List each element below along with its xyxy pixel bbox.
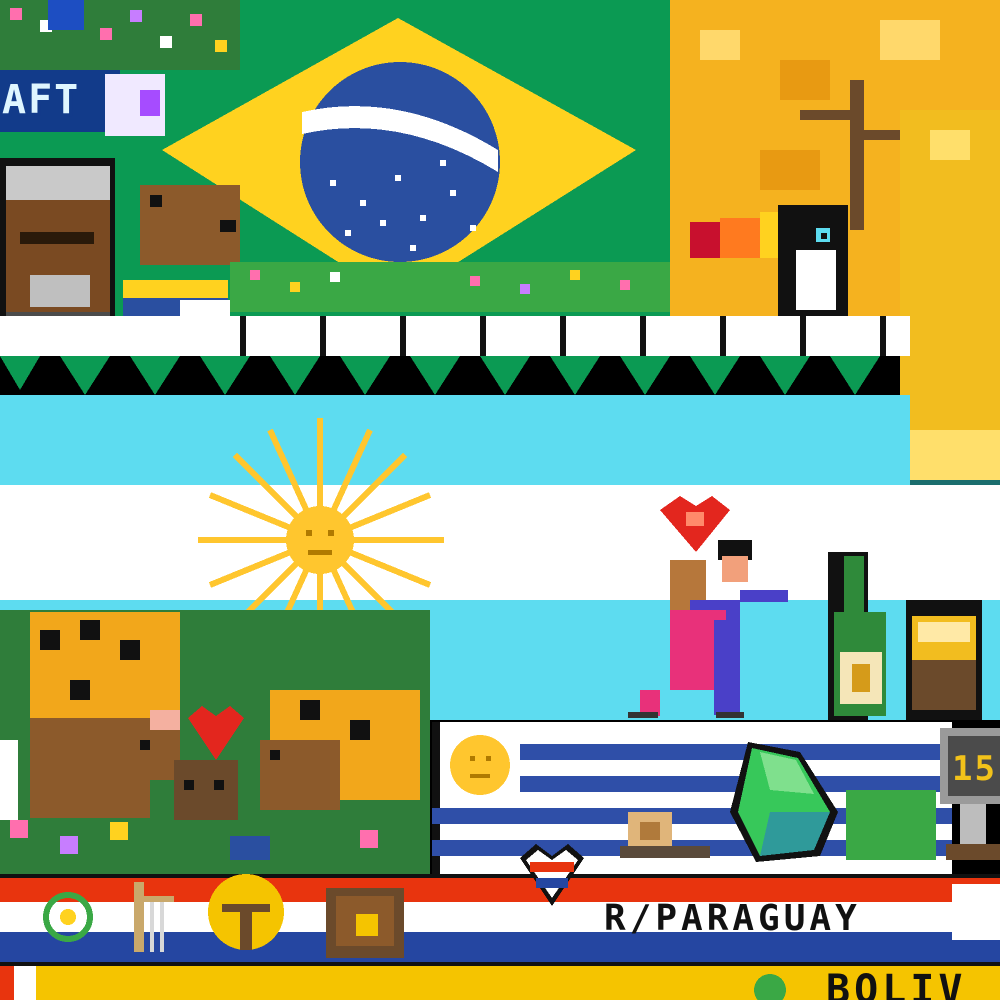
rail-border [0,316,910,356]
top-left-flowers [0,0,240,70]
paraguay-shield [326,888,404,958]
paraguay-corner-tile [952,884,1000,940]
uruguay-flowers [846,790,936,860]
trophy-badge-number: 15 [952,749,997,789]
argentina-top-stripe [0,395,910,485]
paraguay-label: R/PARAGUAY [604,898,861,939]
craft-sign-h-letter [140,90,160,116]
pixel-art-canvas: AFT 15 R/PARAGUAY BOLIV [0,0,1000,1000]
triangle-banner [0,356,880,395]
uruguay-sun [450,735,510,795]
brazil-blue-globe [300,62,500,262]
gourd-cup [906,600,982,720]
craft-sign-text: AFT [2,77,81,123]
tree-sign [208,874,284,950]
bolivia-label: BOLIV [826,967,967,1000]
pixel-art-scene [0,0,1000,1000]
jaguar [900,110,1000,500]
